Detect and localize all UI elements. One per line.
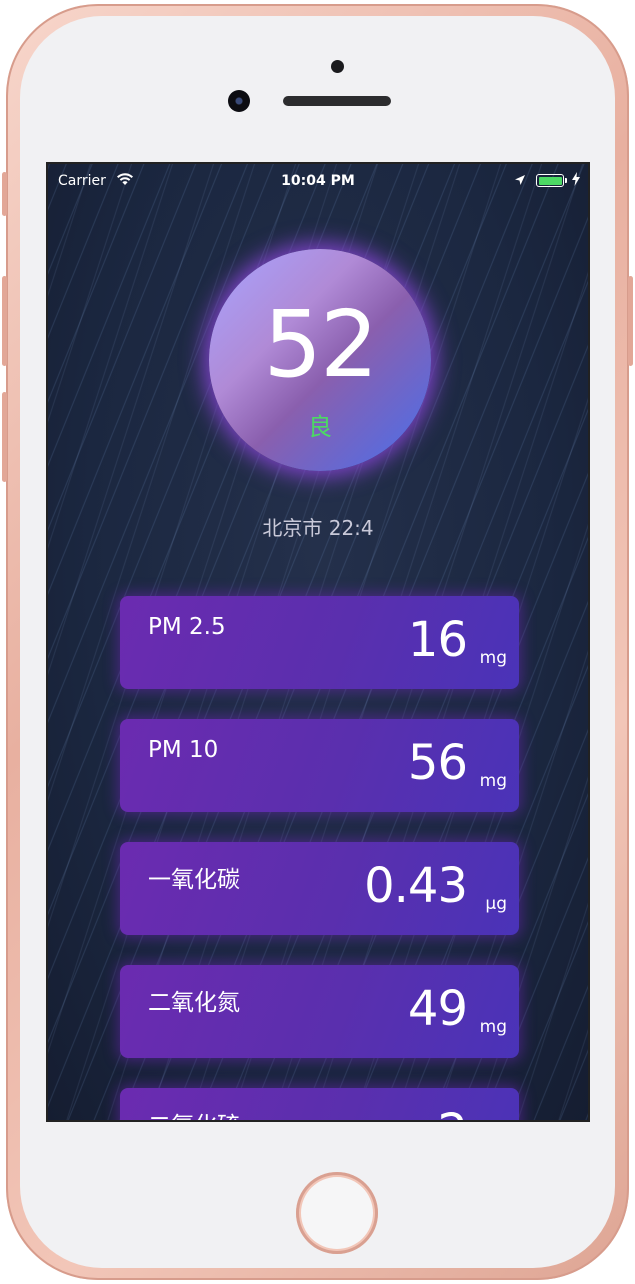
pollutant-label: 二氧化硫 [148,1106,240,1120]
pollutant-label: 二氧化氮 [148,990,240,1016]
pollutant-card-pm10[interactable]: PM 10 56 mg [120,719,519,812]
city-time-label: 北京市 22:4 [262,516,374,540]
pollutant-label: PM 10 [148,737,219,763]
battery-level [538,176,562,185]
pollutant-card-co[interactable]: 一氧化碳 0.43 µg [120,842,519,935]
pollutant-card-no2[interactable]: 二氧化氮 49 mg [120,965,519,1058]
home-button-icon[interactable] [296,1172,378,1254]
pollutant-unit: µg [485,894,507,914]
battery-tip [565,178,567,183]
pollutant-value: 0.43 [364,858,468,914]
pollutant-value: 49 [407,981,468,1037]
location-arrow-icon [514,174,526,190]
volume-down-button [2,392,7,482]
mute-switch [2,172,7,216]
aqi-indicator[interactable]: 52 良 [209,249,431,471]
pollutant-unit: mg [479,1017,507,1037]
pollutant-value: 56 [407,735,468,791]
front-camera [228,90,250,112]
volume-up-button [2,276,7,366]
pollutant-unit: mg [479,648,507,668]
status-bar: Carrier 10:04 PM [48,164,588,200]
aqi-value: 52 [263,291,378,398]
app-screen: Carrier 10:04 PM 52 良 北京市 22:4 PM 2.5 16 [46,162,590,1122]
battery-icon [536,174,567,187]
pollutant-card-pm25[interactable]: PM 2.5 16 mg [120,596,519,689]
aqi-level-label: 良 [308,413,332,441]
pollutant-unit: mg [479,771,507,791]
pollutant-label: 一氧化碳 [148,867,240,893]
pollutant-card-so2[interactable]: 二氧化硫 2 mg [120,1088,519,1120]
charging-bolt-icon [572,172,580,190]
proximity-sensor [331,60,344,73]
pollutant-label: PM 2.5 [148,614,226,640]
pollutant-value: 16 [407,612,468,668]
earpiece-speaker [283,96,391,106]
status-clock: 10:04 PM [281,173,355,189]
pollutant-value: 2 [437,1104,468,1120]
power-button [628,276,633,366]
